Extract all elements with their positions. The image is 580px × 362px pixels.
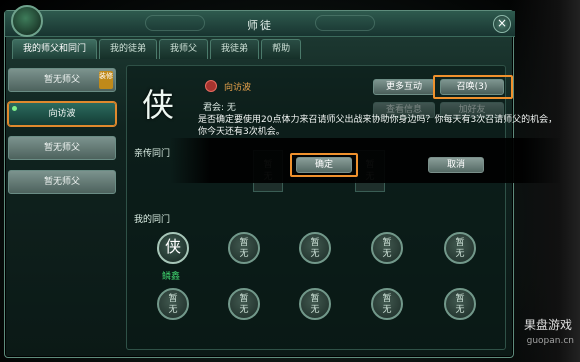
disciple-name[interactable]: 鳞鑫 bbox=[162, 269, 180, 282]
slot-text: 无 bbox=[239, 249, 249, 259]
slot-text: 无 bbox=[310, 305, 320, 315]
disciple-slot-9[interactable]: 暂无 bbox=[371, 288, 403, 320]
summon-highlight bbox=[433, 75, 513, 99]
tab-find-master[interactable]: 我师父 bbox=[159, 39, 209, 59]
slot-text: 无 bbox=[455, 249, 465, 259]
disciple-class-char: 侠 bbox=[164, 237, 181, 256]
slot-text: 暂 bbox=[239, 238, 249, 248]
slot-text: 无 bbox=[382, 305, 392, 315]
disciple-slot-7[interactable]: 暂无 bbox=[228, 288, 260, 320]
recommend-badge: 装修 bbox=[99, 71, 113, 89]
disciple-slot-1[interactable]: 侠 bbox=[157, 232, 189, 264]
slot-text: 暂 bbox=[168, 294, 178, 304]
slot-text: 暂 bbox=[455, 238, 465, 248]
disciple-slot-8[interactable]: 暂无 bbox=[299, 288, 331, 320]
player-avatar[interactable] bbox=[11, 5, 43, 37]
close-button[interactable]: × bbox=[493, 15, 511, 33]
slot-text: 暂 bbox=[310, 238, 320, 248]
tab-my-master[interactable]: 我的师父和同门 bbox=[12, 39, 98, 59]
master-slot-selected[interactable]: 向访波 bbox=[8, 102, 116, 126]
slot-text: 无 bbox=[239, 305, 249, 315]
master-slot-3[interactable]: 暂无师父 bbox=[8, 136, 116, 160]
disciple-slot-3[interactable]: 暂无 bbox=[299, 232, 331, 264]
guild-label: 君会: 无 bbox=[203, 103, 236, 113]
master-slot-1[interactable]: 暂无师父 装修 bbox=[8, 68, 116, 92]
title-bar[interactable]: 师徒 × bbox=[5, 11, 515, 37]
slot-text: 暂 bbox=[382, 238, 392, 248]
game-screen: 师徒 × 我的师父和同门 我的徒弟 我师父 我徒弟 帮助 暂无师父 装修 向访波… bbox=[0, 0, 580, 362]
slot-text: 暂 bbox=[455, 294, 465, 304]
disciple-slot-5[interactable]: 暂无 bbox=[444, 232, 476, 264]
slot-text: 暂 bbox=[382, 294, 392, 304]
master-slot-label: 暂无师父 bbox=[43, 75, 80, 85]
class-emblem: 侠 bbox=[141, 86, 174, 124]
confirm-highlight bbox=[290, 153, 358, 177]
tab-my-apprentice[interactable]: 我的徒弟 bbox=[99, 39, 158, 59]
master-list: 暂无师父 装修 向访波 暂无师父 暂无师父 bbox=[8, 68, 116, 204]
faction-icon bbox=[205, 80, 217, 92]
confirm-message: 是否确定要使用20点体力来召请师父出战来协助你身边吗？你每天有3次召请师父的机会… bbox=[198, 115, 558, 137]
master-slot-4[interactable]: 暂无师父 bbox=[8, 170, 116, 194]
section-mine-label: 我的同门 bbox=[134, 215, 171, 225]
slot-text: 无 bbox=[382, 249, 392, 259]
disciple-slot-6[interactable]: 暂无 bbox=[157, 288, 189, 320]
tab-help[interactable]: 帮助 bbox=[261, 39, 302, 59]
confirm-dialog bbox=[170, 138, 562, 183]
slot-text: 暂 bbox=[239, 294, 249, 304]
watermark-url: guopan.cn bbox=[526, 336, 574, 346]
master-slot-label: 暂无师父 bbox=[43, 143, 80, 153]
online-status-icon bbox=[12, 106, 17, 111]
section-direct-label: 亲传同门 bbox=[134, 149, 171, 159]
watermark-brand: 果盘游戏 bbox=[523, 318, 572, 332]
slot-text: 无 bbox=[310, 249, 320, 259]
tab-find-apprentice[interactable]: 我徒弟 bbox=[210, 39, 260, 59]
slot-text: 暂 bbox=[310, 294, 320, 304]
disciple-slot-4[interactable]: 暂无 bbox=[371, 232, 403, 264]
window-title: 师徒 bbox=[247, 19, 273, 32]
master-slot-label: 暂无师父 bbox=[43, 177, 80, 187]
cancel-button[interactable]: 取消 bbox=[428, 157, 484, 173]
more-interactions-button[interactable]: 更多互动 bbox=[373, 79, 435, 95]
slot-text: 无 bbox=[455, 305, 465, 315]
master-slot-label: 向访波 bbox=[48, 109, 76, 119]
disciple-slot-10[interactable]: 暂无 bbox=[444, 288, 476, 320]
slot-text: 无 bbox=[168, 305, 178, 315]
disciple-slot-2[interactable]: 暂无 bbox=[228, 232, 260, 264]
master-name: 向访波 bbox=[224, 83, 252, 93]
tab-bar: 我的师父和同门 我的徒弟 我师父 我徒弟 帮助 bbox=[12, 39, 302, 59]
